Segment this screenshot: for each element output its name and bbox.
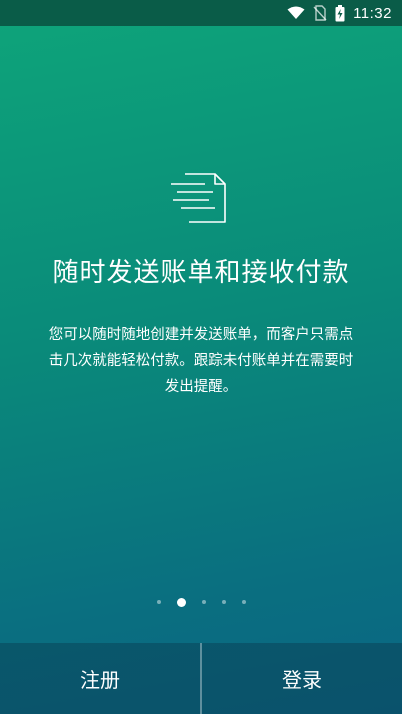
battery-charging-icon	[335, 4, 345, 22]
page-dot-4[interactable]	[221, 600, 226, 604]
bottom-action-bar: 注册 登录	[0, 643, 402, 714]
invoice-send-icon	[169, 168, 233, 228]
wifi-icon	[287, 6, 305, 20]
page-indicator	[0, 596, 402, 608]
onboarding-description: 您可以随时随地创建并发送账单，而客户只需点击几次就能轻松付款。跟踪未付账单并在需…	[48, 327, 354, 395]
onboarding-title: 随时发送账单和接收付款	[52, 258, 350, 288]
status-bar: 11:32	[0, 0, 402, 26]
page-dot-1[interactable]	[156, 600, 161, 604]
status-time: 11:32	[353, 4, 392, 22]
page-dot-5[interactable]	[241, 600, 246, 604]
page-dot-2-active[interactable]	[176, 597, 186, 607]
no-sim-icon	[313, 5, 327, 21]
login-button[interactable]: 登录	[202, 643, 402, 714]
page-dot-3[interactable]	[201, 600, 206, 604]
register-button[interactable]: 注册	[0, 643, 200, 714]
onboarding-screen: 11:32 随时发送账单和接收付款 您可以随时随地创建并发送账单，而客户只需点击…	[0, 0, 402, 714]
